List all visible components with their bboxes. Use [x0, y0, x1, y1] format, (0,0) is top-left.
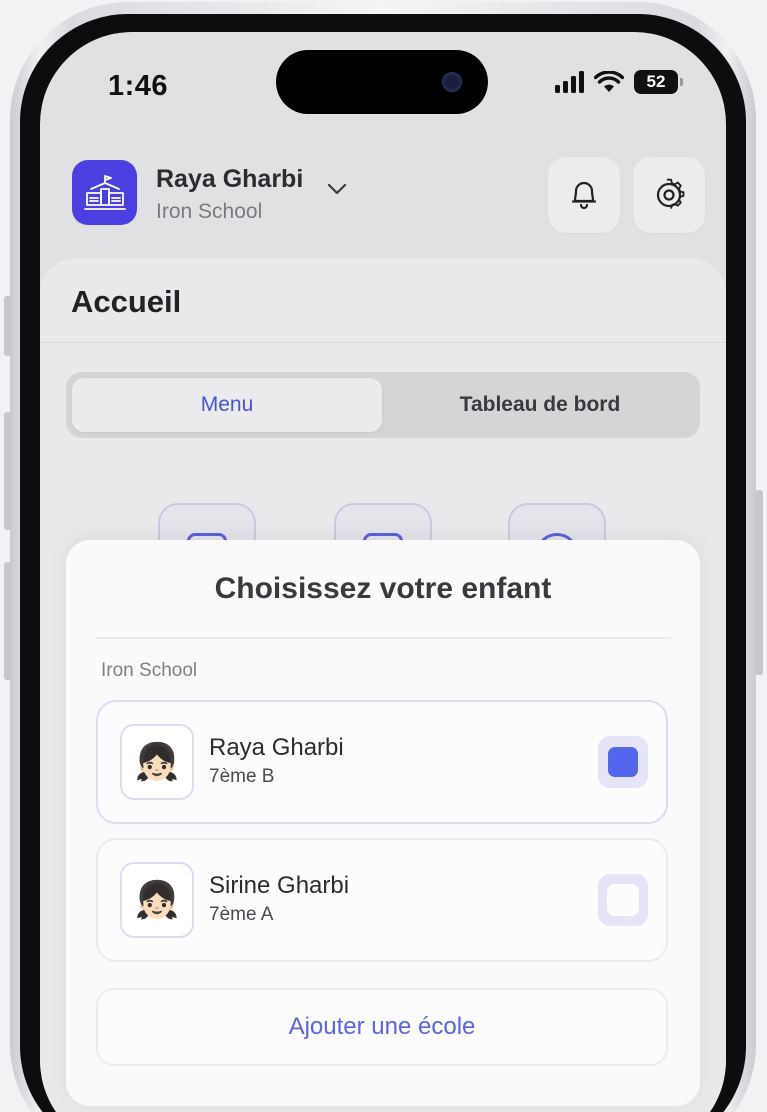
dynamic-island [276, 50, 488, 114]
user-name[interactable]: Raya Gharbi [156, 165, 303, 194]
phone-side-button [4, 412, 12, 530]
school-name[interactable]: Iron School [156, 200, 262, 224]
status-icons: 52 [555, 70, 683, 94]
child-name: Raya Gharbi [209, 734, 344, 761]
school-section-label: Iron School [101, 660, 198, 681]
phone-side-button [4, 562, 12, 680]
phone-screen: 1:46 52 Raya Gharbi Iron School Accueil … [40, 32, 726, 1112]
child-option-sirine[interactable]: 👧🏻 Sirine Gharbi 7ème A [96, 838, 668, 962]
status-time: 1:46 [108, 70, 169, 102]
gear-icon [656, 178, 685, 209]
wifi-icon [594, 71, 624, 92]
selected-checkbox[interactable] [598, 736, 648, 788]
bell-icon [571, 181, 597, 210]
child-name: Sirine Gharbi [209, 872, 350, 899]
sheet-title: Choisissez votre enfant [214, 572, 552, 605]
divider [40, 342, 726, 343]
child-avatar: 👧🏻 [120, 862, 194, 938]
add-school-button[interactable]: Ajouter une école [96, 988, 668, 1066]
camera-icon [442, 72, 462, 92]
tab-menu[interactable]: Menu [72, 378, 382, 432]
child-class: 7ème A [209, 904, 274, 925]
child-option-raya[interactable]: 👧🏻 Raya Gharbi 7ème B [96, 700, 668, 824]
school-building-icon [83, 174, 126, 210]
child-class: 7ème B [209, 766, 275, 787]
unselected-checkbox[interactable] [598, 874, 648, 926]
tab-dashboard[interactable]: Tableau de bord [386, 378, 694, 432]
battery-icon: 52 [634, 70, 683, 94]
divider [95, 637, 671, 639]
child-picker-sheet: Choisissez votre enfant Iron School 👧🏻 R… [66, 540, 700, 1106]
settings-button[interactable] [633, 157, 705, 233]
child-avatar: 👧🏻 [120, 724, 194, 800]
segmented-control: Menu Tableau de bord [66, 372, 700, 438]
chevron-down-icon[interactable] [326, 182, 348, 196]
page-title: Accueil [71, 284, 182, 319]
phone-side-button [4, 296, 12, 356]
phone-power-button [755, 490, 763, 675]
school-logo-avatar[interactable] [72, 160, 137, 225]
signal-icon [555, 71, 584, 93]
notifications-button[interactable] [548, 157, 620, 233]
